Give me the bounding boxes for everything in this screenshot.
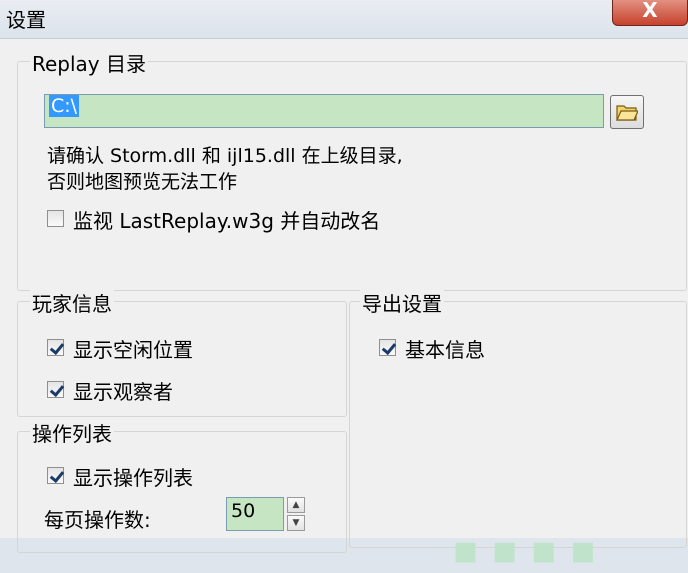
show-idle-checkbox[interactable] xyxy=(47,339,64,356)
spin-down-button[interactable]: ▼ xyxy=(287,515,305,531)
chevron-down-icon: ▼ xyxy=(292,518,300,528)
action-list-legend: 操作列表 xyxy=(30,418,114,447)
show-observer-checkbox[interactable] xyxy=(47,381,64,398)
monitor-replay-label[interactable]: 监视 LastReplay.w3g 并自动改名 xyxy=(73,205,380,234)
export-settings-legend: 导出设置 xyxy=(360,288,444,317)
background-watermark: ▪▪▪▪ xyxy=(452,527,609,573)
browse-folder-button[interactable] xyxy=(610,95,644,129)
per-page-input[interactable]: 50 xyxy=(226,497,284,531)
replay-path-input[interactable]: C:\ xyxy=(44,94,604,128)
show-observer-label[interactable]: 显示观察者 xyxy=(73,376,173,405)
folder-icon xyxy=(616,105,638,121)
dll-note-line1: 请确认 Storm.dll 和 ijl15.dll 在上级目录, xyxy=(47,145,403,167)
basic-info-checkbox[interactable] xyxy=(379,339,396,356)
title-bar[interactable]: 设置 X xyxy=(0,0,688,38)
per-page-label: 每页操作数: xyxy=(44,508,151,532)
replay-directory-legend: Replay 目录 xyxy=(30,48,149,77)
per-page-value: 50 xyxy=(231,500,256,522)
dll-note-line2: 否则地图预览无法工作 xyxy=(47,171,238,193)
close-icon: X xyxy=(642,0,658,22)
export-settings-group xyxy=(349,301,687,548)
spin-up-button[interactable]: ▲ xyxy=(287,497,305,513)
show-idle-label[interactable]: 显示空闲位置 xyxy=(73,334,193,363)
chevron-up-icon: ▲ xyxy=(292,500,300,510)
replay-path-value: C:\ xyxy=(49,95,80,117)
window-title: 设置 xyxy=(6,8,46,32)
settings-client-area: Replay 目录 C:\ 请确认 Storm.dll 和 ijl15.dll … xyxy=(0,38,688,573)
monitor-replay-checkbox[interactable] xyxy=(47,210,64,227)
show-actions-label[interactable]: 显示操作列表 xyxy=(73,462,193,491)
show-actions-checkbox[interactable] xyxy=(47,467,64,484)
close-button[interactable]: X xyxy=(612,0,688,26)
basic-info-label[interactable]: 基本信息 xyxy=(405,334,485,363)
player-info-legend: 玩家信息 xyxy=(30,288,114,317)
action-list-group xyxy=(17,431,347,553)
